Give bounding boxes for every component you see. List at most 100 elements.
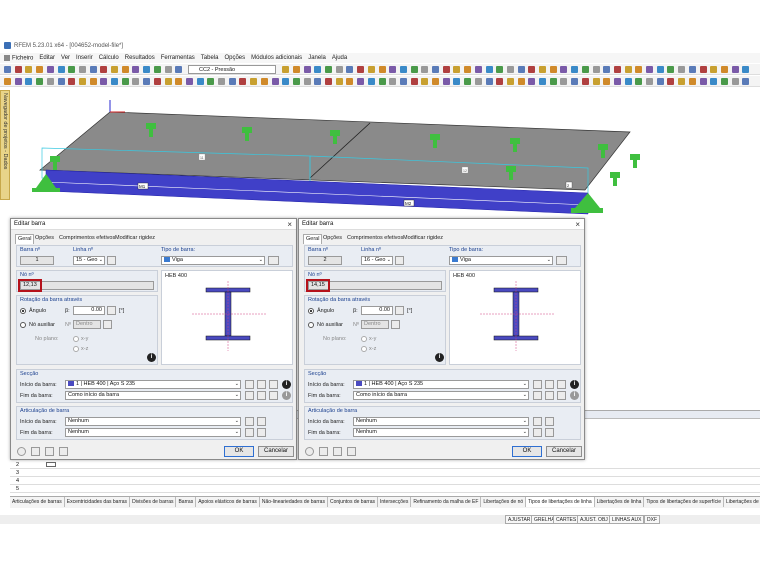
status-cartes[interactable]: CARTES — [553, 515, 580, 524]
toolbar-icon[interactable] — [367, 78, 375, 85]
toolbar-icon[interactable] — [656, 78, 664, 85]
hinge-end-edit-button[interactable] — [545, 428, 554, 437]
cancel-button[interactable]: Cancelar — [546, 446, 582, 457]
member-no-field[interactable]: 1 — [20, 256, 54, 265]
pick-line-button[interactable] — [395, 256, 404, 265]
toolbar-icon[interactable] — [506, 78, 514, 85]
toolbar-icon[interactable] — [314, 78, 322, 85]
footer-tool-button[interactable] — [333, 447, 342, 456]
section-end-edit-button[interactable] — [557, 391, 566, 400]
beta-stepper[interactable] — [395, 306, 404, 315]
toolbar-icon[interactable] — [592, 66, 600, 73]
menu-tabela[interactable]: Tabela — [201, 55, 219, 61]
toolbar-icon[interactable] — [78, 66, 86, 73]
toolbar-icon[interactable] — [335, 66, 343, 73]
toolbar-icon[interactable] — [453, 78, 461, 85]
toolbar-icon[interactable] — [539, 78, 546, 85]
section-start-select[interactable]: 1 | HEB 400 | Aço S 235 ⌄ — [65, 380, 241, 389]
edit-member-type-button[interactable] — [556, 256, 567, 265]
section-end-library-button[interactable] — [533, 391, 542, 400]
toolbar-icon[interactable] — [528, 78, 536, 85]
plane-xy-radio[interactable] — [361, 336, 367, 342]
plane-xz-radio[interactable] — [73, 346, 79, 352]
toolbar-icon[interactable] — [678, 66, 686, 73]
toolbar-icon[interactable] — [613, 66, 621, 73]
section-library-button[interactable] — [245, 380, 254, 389]
section-end-select[interactable]: Como início da barra ⌄ — [65, 391, 241, 400]
toolbar-icon[interactable] — [25, 66, 33, 73]
toolbar-icon[interactable] — [357, 78, 365, 85]
toolbar-icon[interactable] — [36, 66, 44, 73]
toolbar-icon[interactable] — [185, 78, 193, 85]
section-end-library-button[interactable] — [245, 391, 254, 400]
hinge-end-new-button[interactable] — [245, 428, 254, 437]
table-tab[interactable]: Excentricidades das barras — [65, 497, 131, 507]
table-tab[interactable]: Não-lineariedades de barras — [260, 497, 328, 507]
table-row[interactable]: 5 — [10, 485, 760, 493]
toolbar-icon[interactable] — [678, 78, 686, 85]
menu-ficheiro[interactable]: Ficheiro — [4, 54, 33, 61]
hinge-start-new-button[interactable] — [245, 417, 254, 426]
hinge-end-select[interactable]: Nenhum ⌄ — [65, 428, 241, 437]
ok-button[interactable]: OK — [224, 446, 254, 457]
toolbar-icon[interactable] — [742, 66, 750, 73]
section-end-new-button[interactable] — [257, 391, 266, 400]
toolbar-icon[interactable] — [132, 78, 140, 85]
toolbar-icon[interactable] — [303, 66, 311, 73]
pick-aux-node-button[interactable] — [103, 320, 112, 329]
section-end-edit-button[interactable] — [269, 391, 278, 400]
footer-tool-button[interactable] — [319, 447, 328, 456]
toolbar-icon[interactable] — [539, 66, 546, 73]
toolbar-icon[interactable] — [121, 78, 129, 85]
toolbar-icon[interactable] — [153, 78, 161, 85]
toolbar-icon[interactable] — [699, 66, 707, 73]
toolbar-icon[interactable] — [132, 66, 140, 73]
toolbar-icon[interactable] — [57, 66, 65, 73]
section-info-icon[interactable]: i — [282, 380, 291, 389]
toolbar-icon[interactable] — [78, 78, 86, 85]
menu-inserir[interactable]: Inserir — [76, 55, 93, 61]
toolbar-icon[interactable] — [346, 66, 354, 73]
ok-button[interactable]: OK — [512, 446, 542, 457]
toolbar-icon[interactable] — [517, 66, 525, 73]
section-start-select[interactable]: 1 | HEB 400 | Aço S 235 ⌄ — [353, 380, 529, 389]
toolbar-icon[interactable] — [624, 66, 632, 73]
table-tab-active[interactable]: Tipos de libertações de linha — [526, 497, 595, 507]
toolbar-icon[interactable] — [153, 66, 161, 73]
angle-radio[interactable] — [20, 308, 26, 314]
edit-member-type-button[interactable] — [268, 256, 279, 265]
hinge-start-edit-button[interactable] — [545, 417, 554, 426]
toolbar-icon[interactable] — [603, 78, 611, 85]
toolbar-icon[interactable] — [389, 78, 397, 85]
toolbar-icon[interactable] — [325, 78, 332, 85]
toolbar-icon[interactable] — [4, 78, 11, 85]
toolbar-icon[interactable] — [667, 78, 675, 85]
close-icon[interactable]: × — [287, 219, 292, 230]
info-icon[interactable]: i — [435, 353, 444, 362]
toolbar-icon[interactable] — [571, 78, 579, 85]
tab-geral[interactable]: Geral — [303, 234, 323, 244]
aux-node-radio[interactable] — [308, 322, 314, 328]
menu-ver[interactable]: Ver — [61, 55, 70, 61]
toolbar-icon[interactable] — [14, 78, 22, 85]
help-icon[interactable] — [17, 447, 26, 456]
toolbar-icon[interactable] — [517, 78, 525, 85]
toolbar-icon[interactable] — [250, 78, 258, 85]
toolbar-icon[interactable] — [228, 78, 236, 85]
footer-tool-button[interactable] — [31, 447, 40, 456]
aux-no-select[interactable]: Dentro — [361, 320, 389, 329]
toolbar-icon[interactable] — [549, 78, 557, 85]
toolbar-icon[interactable] — [175, 78, 183, 85]
footer-tool-button[interactable] — [59, 447, 68, 456]
toolbar-icon[interactable] — [560, 66, 568, 73]
toolbar-icon[interactable] — [36, 78, 44, 85]
hinge-end-select[interactable]: Nenhum ⌄ — [353, 428, 529, 437]
toolbar-icon[interactable] — [635, 78, 643, 85]
menu-opcoes[interactable]: Opções — [224, 55, 245, 61]
table-tab[interactable]: Tipos de libertações de superfície — [644, 497, 724, 507]
toolbar-icon[interactable] — [496, 66, 504, 73]
table-tab[interactable]: Conjuntos de barras — [328, 497, 378, 507]
plane-xz-radio[interactable] — [361, 346, 367, 352]
toolbar-icon[interactable] — [164, 78, 172, 85]
cancel-button[interactable]: Cancelar — [258, 446, 294, 457]
